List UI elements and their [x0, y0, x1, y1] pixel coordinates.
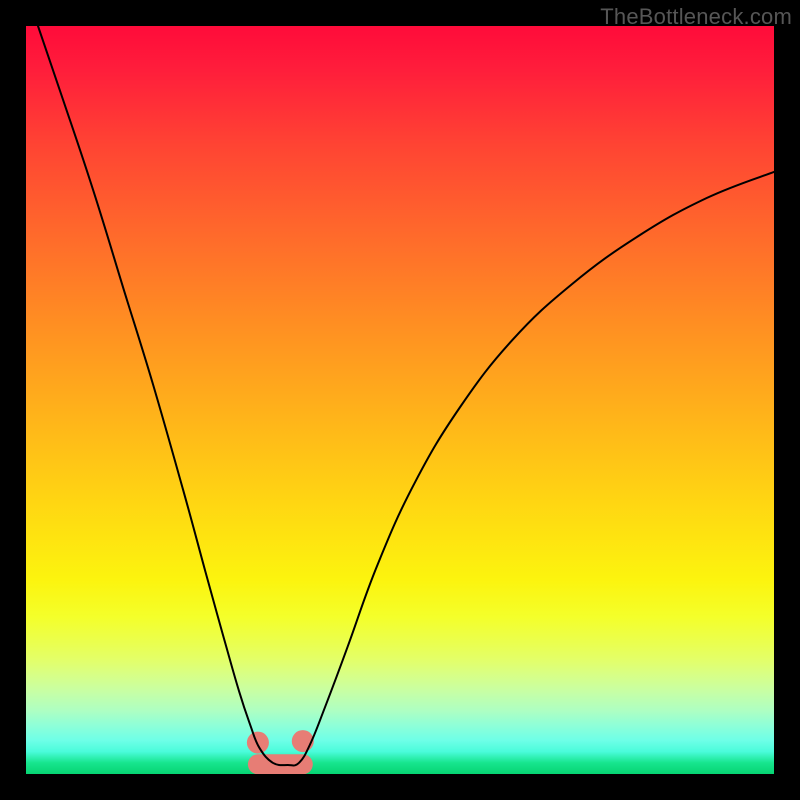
- highlight-dot-left: [247, 732, 269, 754]
- chart-frame: TheBottleneck.com: [0, 0, 800, 800]
- watermark-text: TheBottleneck.com: [600, 4, 792, 30]
- plot-area: [26, 26, 774, 774]
- bottleneck-curve: [38, 26, 774, 765]
- curve-layer: [26, 26, 774, 774]
